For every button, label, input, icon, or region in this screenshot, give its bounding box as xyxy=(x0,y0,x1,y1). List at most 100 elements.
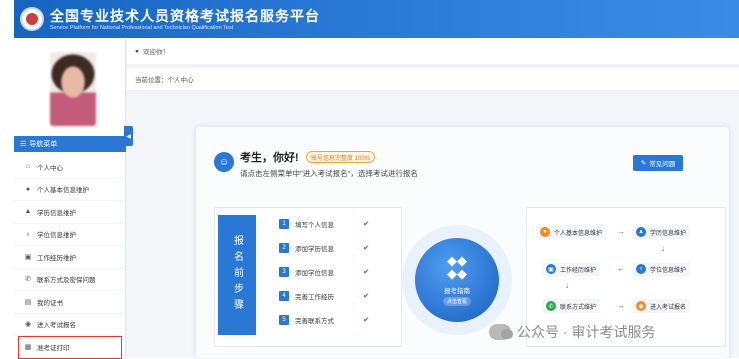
sidebar-item-label: 个人基本信息维护 xyxy=(37,187,89,195)
step-label: 填写个人信息 xyxy=(295,222,334,229)
student-icon: ☺ xyxy=(214,152,234,172)
app-subtitle: Service Platform for National Profession… xyxy=(50,25,234,31)
sidebar-item-personal-center[interactable]: ⌂ 个人中心 xyxy=(14,156,126,179)
welcome-text: 欢迎你！ xyxy=(142,49,169,56)
sidebar-item-basic-info[interactable]: ● 个人基本信息维护 xyxy=(14,179,126,201)
degree-icon: ♁ xyxy=(25,230,31,238)
emblem-logo xyxy=(20,7,44,31)
sidebar-item-label: 我的证书 xyxy=(37,299,63,307)
step-item: 2 添加学历信息 ✔ xyxy=(279,242,369,254)
grid-icon: ◆◆ ◆◆ xyxy=(447,253,467,281)
home-icon: ⌂ xyxy=(25,163,31,171)
flow-node-label: 工作经历维护 xyxy=(560,267,597,274)
flow-node-label: 进入考试报名 xyxy=(650,304,687,311)
step-item: 1 填写个人信息 ✔ xyxy=(279,218,369,230)
step-number: 5 xyxy=(279,315,289,325)
sidebar-item-contact[interactable]: ✆ 联系方式及密保问题 xyxy=(14,269,126,291)
sidebar-item-label: 学历信息维护 xyxy=(37,209,76,217)
check-icon: ✔ xyxy=(363,245,369,252)
flow-node-label: 联系方式维护 xyxy=(560,304,597,311)
welcome-bar: ● 欢迎你！ xyxy=(127,38,739,64)
print-icon: ▦ xyxy=(24,344,32,352)
certificate-icon: ▤ xyxy=(24,298,32,306)
sidebar-item-certificates[interactable]: ▤ 我的证书 xyxy=(14,291,126,314)
collapse-sidebar-button[interactable]: ◀ xyxy=(124,126,133,146)
step-number: 1 xyxy=(279,219,289,229)
sidebar-item-label: 准考证打印 xyxy=(37,345,70,353)
flow-node-label: 个人基本信息维护 xyxy=(554,230,603,237)
flow-node-degree[interactable]: ♁ 学位信息维护 xyxy=(632,262,691,276)
flow-node-contact[interactable]: ✆ 联系方式维护 xyxy=(542,299,601,313)
breadcrumb-text: 当前位置：个人中心 xyxy=(135,77,194,84)
sidebar-item-label: 联系方式及密保问题 xyxy=(37,277,96,285)
sidebar-item-enter-exam[interactable]: ◉ 进入考试报名 xyxy=(14,314,126,336)
sidebar-menu: ⌂ 个人中心 ● 个人基本信息维护 ▲ 学历信息维护 ♁ 学位信息维护 ▣ 工作… xyxy=(14,156,126,359)
graduation-icon: ▲ xyxy=(24,208,32,216)
flow-node-label: 学历信息维护 xyxy=(650,230,687,237)
faq-label: 常见问题 xyxy=(649,161,676,168)
arrow-left-icon: ← xyxy=(617,264,625,273)
sidebar-item-admission-print[interactable]: ▦ 准考证打印 xyxy=(18,336,122,359)
enter-icon: ◉ xyxy=(636,301,646,311)
phone-icon: ✆ xyxy=(546,301,556,311)
sidebar-item-label: 进入考试报名 xyxy=(37,322,76,330)
sidebar-item-label: 个人中心 xyxy=(37,164,63,172)
menu-header: ☰ 导航菜单 xyxy=(14,136,126,152)
step-item: 4 完善工作经历 ✔ xyxy=(279,290,369,302)
top-header: 全国专业技术人员资格考试报名服务平台 Service Platform for … xyxy=(14,0,739,38)
hint-text: 请点击左侧菜单中"进入考试报名"，选择考试进行报名 xyxy=(240,169,418,178)
step-label: 添加学位信息 xyxy=(295,270,334,277)
steps-title: 报名前步骤 xyxy=(218,215,256,335)
person-icon: ● xyxy=(25,185,31,193)
briefcase-icon: ▣ xyxy=(546,264,556,274)
step-item: 5 完善联系方式 ✔ xyxy=(279,314,369,326)
sidebar-item-degree[interactable]: ♁ 学位信息维护 xyxy=(14,224,126,246)
exam-guide-button[interactable]: ◆◆ ◆◆ 报考指南 点击查看 xyxy=(415,238,499,322)
thumb-icon: ✎ xyxy=(640,160,647,167)
flow-node-work-history[interactable]: ▣ 工作经历维护 xyxy=(542,262,601,276)
flow-node-label: 学位信息维护 xyxy=(650,267,687,274)
arrow-down-icon: ↓ xyxy=(565,281,569,290)
watermark: 公众号 · 审计考试服务 xyxy=(489,322,655,342)
faq-button[interactable]: ✎ 常见问题 xyxy=(633,155,683,171)
sidebar-item-work-history[interactable]: ▣ 工作经历维护 xyxy=(14,246,126,269)
watermark-text: 公众号 · 审计考试服务 xyxy=(517,324,656,340)
step-label: 完善工作经历 xyxy=(295,294,334,301)
main-content: ☺ 考生，你好! 账号信息完整度 100% 请点击左侧菜单中"进入考试报名"，选… xyxy=(127,94,739,358)
app-window: 全国专业技术人员资格考试报名服务平台 Service Platform for … xyxy=(14,0,739,359)
menu-title: 导航菜单 xyxy=(29,141,58,148)
flow-node-education[interactable]: ▲ 学历信息维护 xyxy=(632,225,691,239)
check-icon: ✔ xyxy=(363,293,369,300)
guide-label: 报考指南 xyxy=(444,288,470,295)
phone-icon: ✆ xyxy=(25,276,31,284)
step-label: 添加学历信息 xyxy=(295,246,334,253)
check-icon: ✔ xyxy=(363,221,369,228)
briefcase-icon: ▣ xyxy=(24,253,32,261)
avatar xyxy=(50,52,96,126)
check-icon: ✔ xyxy=(363,269,369,276)
sidebar-item-education[interactable]: ▲ 学历信息维护 xyxy=(14,201,126,224)
step-item: 3 添加学位信息 ✔ xyxy=(279,266,369,278)
degree-icon: ♁ xyxy=(636,264,646,274)
breadcrumb: 当前位置：个人中心 xyxy=(127,68,739,90)
guide-sub: 点击查看 xyxy=(442,297,471,306)
user-icon: ● xyxy=(135,47,139,55)
greeting: 考生，你好! xyxy=(240,152,299,164)
arrow-right-icon: → xyxy=(617,227,625,236)
step-number: 2 xyxy=(279,243,289,253)
sidebar-item-label: 学位信息维护 xyxy=(37,232,76,240)
step-number: 3 xyxy=(279,267,289,277)
check-icon: ✔ xyxy=(363,317,369,324)
step-label: 完善联系方式 xyxy=(295,318,334,325)
graduation-icon: ▲ xyxy=(636,227,646,237)
app-title: 全国专业技术人员资格考试报名服务平台 xyxy=(50,8,320,24)
step-number: 4 xyxy=(279,291,289,301)
flow-node-basic-info[interactable]: ● 个人基本信息维护 xyxy=(536,225,607,239)
flow-node-enter-exam[interactable]: ◉ 进入考试报名 xyxy=(632,299,691,313)
arrow-down-icon: ↓ xyxy=(661,244,665,253)
sidebar: ☰ 导航菜单 ⌂ 个人中心 ● 个人基本信息维护 ▲ 学历信息维护 ♁ 学位信息… xyxy=(14,38,126,359)
arrow-right-icon: → xyxy=(617,301,625,310)
completion-badge: 账号信息完整度 100% xyxy=(306,151,376,163)
enter-icon: ◉ xyxy=(24,321,32,329)
chat-icon xyxy=(489,324,513,340)
